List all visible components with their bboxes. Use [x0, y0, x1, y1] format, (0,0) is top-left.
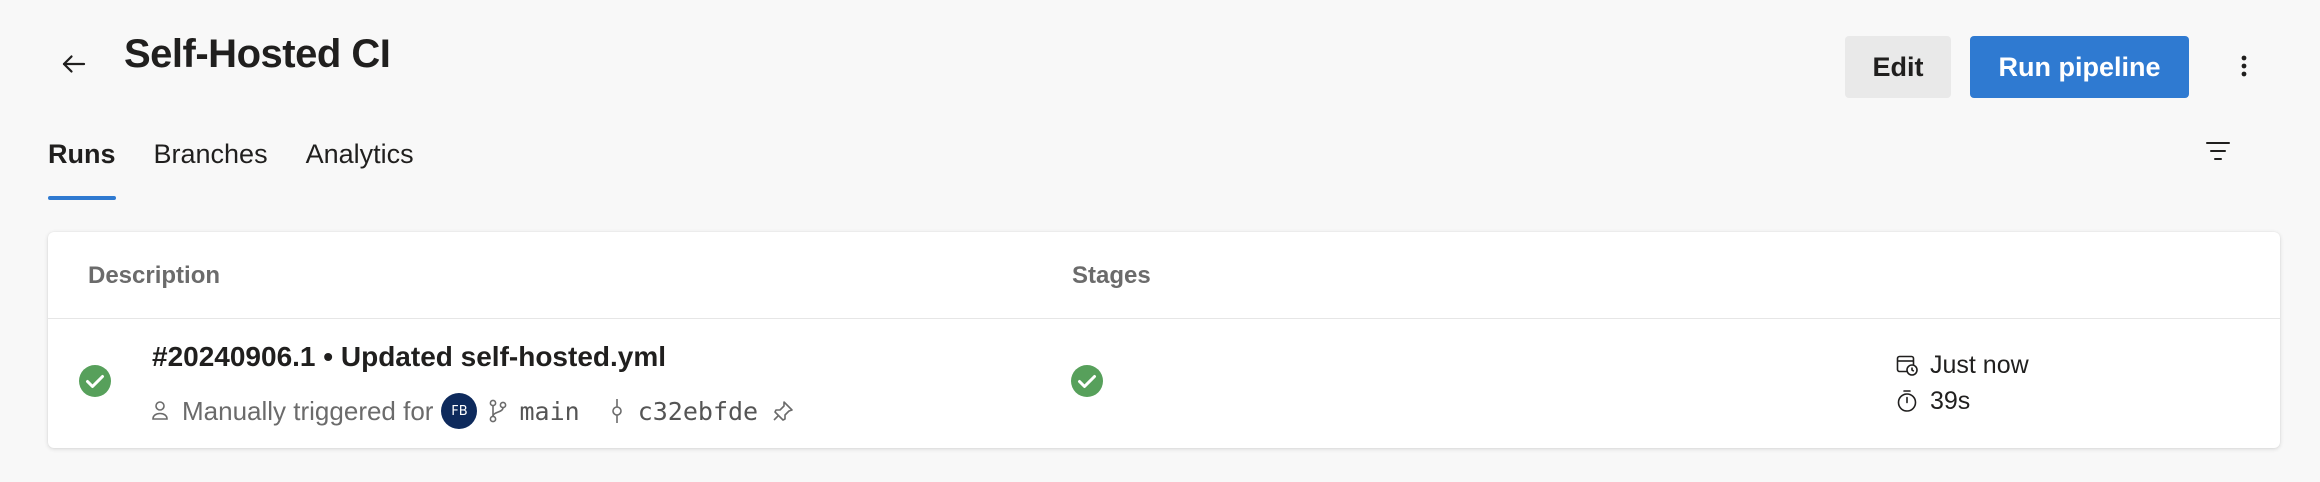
person-icon — [148, 400, 172, 422]
success-check-icon — [79, 365, 111, 397]
more-vertical-icon — [2241, 55, 2247, 77]
time-text: Just now — [1930, 350, 2029, 379]
edit-button[interactable]: Edit — [1845, 36, 1951, 98]
commit-icon — [606, 398, 628, 424]
branch-name[interactable]: main — [519, 397, 579, 426]
run-time: Just now — [1894, 347, 2029, 383]
run-title[interactable]: #20240906.1 • Updated self-hosted.yml — [152, 341, 666, 373]
page-title: Self-Hosted CI — [124, 32, 391, 76]
pin-icon[interactable] — [770, 400, 796, 422]
back-button[interactable] — [54, 44, 94, 84]
arrow-left-icon — [62, 55, 86, 73]
table-row[interactable]: #20240906.1 • Updated self-hosted.yml Ma… — [48, 319, 2280, 448]
stage-success-icon[interactable] — [1070, 364, 1104, 398]
calendar-clock-icon — [1894, 353, 1920, 377]
commit-hash[interactable]: c32ebfde — [638, 397, 758, 426]
column-header-description: Description — [88, 262, 221, 289]
more-options-button[interactable] — [2226, 46, 2262, 86]
filter-button[interactable] — [2200, 134, 2236, 168]
pipeline-page: Self-Hosted CI Edit Run pipeline Runs Br… — [0, 0, 2320, 482]
filter-icon — [2206, 142, 2230, 160]
duration-text: 39s — [1930, 386, 1971, 415]
runs-table: Description Stages #20240906.1 • Updated… — [48, 232, 2280, 448]
run-pipeline-button[interactable]: Run pipeline — [1970, 36, 2189, 98]
stopwatch-icon — [1894, 389, 1920, 413]
run-timing: Just now 39s — [1894, 347, 2029, 419]
tab-runs[interactable]: Runs — [48, 134, 116, 200]
pivot-tabs: Runs Branches Analytics — [48, 134, 452, 200]
branch-icon — [487, 399, 509, 423]
avatar[interactable]: FB — [441, 393, 478, 429]
trigger-text: Manually triggered for — [182, 395, 434, 426]
run-duration: 39s — [1894, 383, 2029, 419]
tab-analytics[interactable]: Analytics — [306, 134, 414, 200]
column-header-stages: Stages — [1072, 262, 1151, 289]
tab-branches[interactable]: Branches — [154, 134, 268, 200]
run-meta: Manually triggered for FB main c32ebfde — [148, 393, 796, 429]
